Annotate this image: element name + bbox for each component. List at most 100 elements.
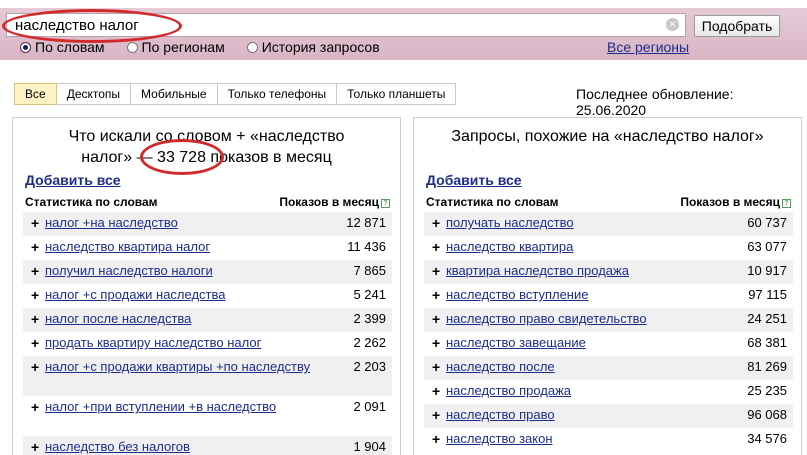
clear-icon[interactable]: × xyxy=(666,18,679,31)
impressions-count: 81 269 xyxy=(747,359,787,374)
impressions-count: 68 381 xyxy=(747,335,787,350)
column-header: Статистика по словам Показов в месяц? xyxy=(426,195,791,209)
add-phrase-icon[interactable]: + xyxy=(432,311,446,327)
phrase-link[interactable]: продать квартиру наследство налог xyxy=(45,335,343,351)
phrase-link[interactable]: получать наследство xyxy=(446,215,737,231)
radio-label: По регионам xyxy=(141,39,225,55)
add-phrase-icon[interactable]: + xyxy=(432,239,446,255)
add-phrase-icon[interactable]: + xyxy=(432,263,446,279)
add-phrase-icon[interactable]: + xyxy=(31,335,45,351)
impressions-count: 60 737 xyxy=(747,215,787,230)
impressions-count: 10 917 xyxy=(747,263,787,278)
impressions-count: 12 871 xyxy=(346,215,386,230)
col-count-header: Показов в месяц? xyxy=(279,195,390,209)
help-icon[interactable]: ? xyxy=(782,199,791,208)
tab-mobile[interactable]: Мобильные xyxy=(131,83,218,105)
impressions-count: 5 241 xyxy=(353,287,386,302)
phrase-link[interactable]: наследство закон xyxy=(446,431,737,447)
add-phrase-icon[interactable]: + xyxy=(432,215,446,231)
table-row: + получил наследство налоги 7 865 xyxy=(23,260,392,284)
table-row: + налог +с продажи наследства 5 241 xyxy=(23,284,392,308)
table-row: + наследство право 96 068 xyxy=(424,404,793,428)
table-row: + квартира наследство продажа 10 917 xyxy=(424,260,793,284)
radio-label: История запросов xyxy=(261,39,380,55)
tab-phones-only[interactable]: Только телефоны xyxy=(217,83,338,105)
impressions-count: 2 091 xyxy=(353,399,386,414)
table-row: + получать наследство 60 737 xyxy=(424,212,793,236)
col-phrase-header: Статистика по словам xyxy=(426,195,559,209)
impressions-count: 2 203 xyxy=(353,359,386,374)
phrase-link[interactable]: налог после наследства xyxy=(45,311,343,327)
table-row: + налог +с продажи квартиры +по наследств… xyxy=(23,356,392,396)
add-phrase-icon[interactable]: + xyxy=(31,287,45,303)
impressions-count: 24 251 xyxy=(747,311,787,326)
impressions-count: 97 115 xyxy=(748,287,787,302)
phrase-link[interactable]: наследство квартира xyxy=(446,239,737,255)
add-all-link[interactable]: Добавить все xyxy=(426,172,522,188)
tab-desktops[interactable]: Десктопы xyxy=(56,83,132,105)
radio-by-regions[interactable]: По регионам xyxy=(126,39,225,55)
phrase-link[interactable]: наследство право xyxy=(446,407,737,423)
tab-all[interactable]: Все xyxy=(14,83,57,105)
column-header: Статистика по словам Показов в месяц? xyxy=(25,195,390,209)
add-phrase-icon[interactable]: + xyxy=(432,335,446,351)
add-phrase-icon[interactable]: + xyxy=(432,407,446,423)
pick-button[interactable]: Подобрать xyxy=(694,15,780,37)
tab-tablets-only[interactable]: Только планшеты xyxy=(337,83,457,105)
phrase-link[interactable]: наследство вступление xyxy=(446,287,738,303)
table-row: + налог +при вступлении +в наследство 2 09… xyxy=(23,396,392,436)
radio-label: По словам xyxy=(35,39,105,55)
add-phrase-icon[interactable]: + xyxy=(31,215,45,231)
left-rows: + налог +на наследство 12 871 + наследство к… xyxy=(23,212,392,455)
add-phrase-icon[interactable]: + xyxy=(31,239,45,255)
add-phrase-icon[interactable]: + xyxy=(31,263,45,279)
table-row: + наследство квартира налог 11 436 xyxy=(23,236,392,260)
impressions-count: 63 077 xyxy=(747,239,787,254)
table-row: + налог +на наследство 12 871 xyxy=(23,212,392,236)
radio-query-history[interactable]: История запросов xyxy=(246,39,380,55)
radio-dot-icon xyxy=(246,41,258,53)
phrase-link[interactable]: наследство квартира налог xyxy=(45,239,337,255)
radio-dot-icon xyxy=(126,41,138,53)
all-regions-link[interactable]: Все регионы xyxy=(607,39,689,55)
table-row: + наследство завещание 68 381 xyxy=(424,332,793,356)
add-phrase-icon[interactable]: + xyxy=(432,359,446,375)
phrase-link[interactable]: наследство право свидетельство xyxy=(446,311,737,327)
search-bar: наследство налог × Подобрать По словам П… xyxy=(0,0,807,60)
help-icon[interactable]: ? xyxy=(381,199,390,208)
phrase-link[interactable]: налог +при вступлении +в наследство xyxy=(45,399,343,415)
right-panel-title: Запросы, похожие на «наследство налог» xyxy=(451,128,764,145)
add-phrase-icon[interactable]: + xyxy=(31,359,45,375)
left-title-line1: Что искали со словом + «наследство xyxy=(68,128,345,145)
left-panel: Что искали со словом + «наследство налог… xyxy=(12,117,401,455)
add-phrase-icon[interactable]: + xyxy=(432,383,446,399)
phrase-link[interactable]: налог +на наследство xyxy=(45,215,336,231)
impressions-count: 2 399 xyxy=(353,311,386,326)
right-rows: + получать наследство 60 737 + наследство кв… xyxy=(424,212,793,452)
phrase-link[interactable]: квартира наследство продажа xyxy=(446,263,737,279)
phrase-link[interactable]: наследство без налогов xyxy=(45,439,343,455)
phrase-link[interactable]: наследство после xyxy=(446,359,737,375)
add-phrase-icon[interactable]: + xyxy=(31,439,45,455)
left-panel-title: Что искали со словом + «наследство налог… xyxy=(13,126,400,168)
add-phrase-icon[interactable]: + xyxy=(31,311,45,327)
table-row: + наследство без налогов 1 904 xyxy=(23,436,392,455)
last-update-text: Последнее обновление: 25.06.2020 xyxy=(576,86,734,118)
radio-by-words[interactable]: По словам xyxy=(20,39,105,55)
table-row: + налог после наследства 2 399 xyxy=(23,308,392,332)
search-query: наследство налог xyxy=(15,17,139,34)
phrase-link[interactable]: наследство завещание xyxy=(446,335,737,351)
table-row: + наследство квартира 63 077 xyxy=(424,236,793,260)
search-input[interactable]: наследство налог × xyxy=(6,13,686,37)
add-phrase-icon[interactable]: + xyxy=(432,287,446,303)
add-phrase-icon[interactable]: + xyxy=(432,431,446,447)
impressions-count: 2 262 xyxy=(353,335,386,350)
table-row: + наследство закон 34 576 xyxy=(424,428,793,452)
add-all-link[interactable]: Добавить все xyxy=(25,172,121,188)
phrase-link[interactable]: получил наследство налоги xyxy=(45,263,343,279)
table-row: + наследство вступление 97 115 xyxy=(424,284,793,308)
phrase-link[interactable]: налог +с продажи наследства xyxy=(45,287,343,303)
phrase-link[interactable]: налог +с продажи квартиры +по наследству xyxy=(45,359,343,375)
add-phrase-icon[interactable]: + xyxy=(31,399,45,415)
phrase-link[interactable]: наследство продажа xyxy=(446,383,737,399)
